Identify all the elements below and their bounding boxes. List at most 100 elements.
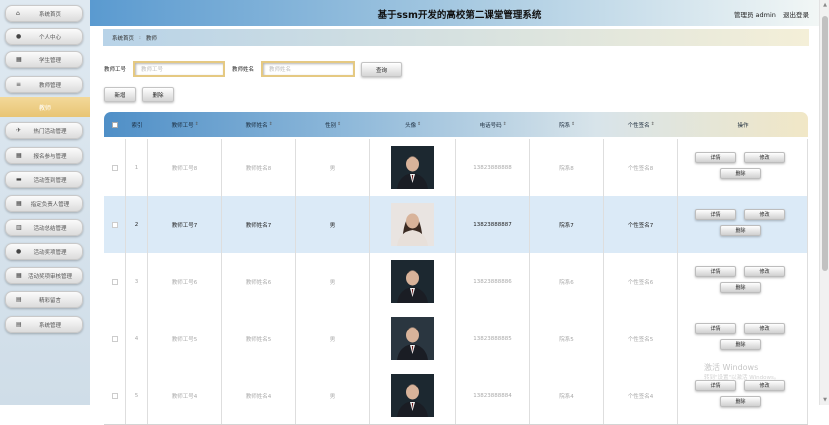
cell-avatar — [370, 253, 456, 310]
row-checkbox[interactable] — [104, 310, 126, 367]
sidebar: ⌂ 系统首页 ● 个人中心 ▦ 学生管理 ≡ 教师管理 教师 ✈ 热门活动管理 ▦ 报名参与… — [0, 0, 90, 405]
teacher-name-input[interactable]: 教师姓名 — [261, 61, 355, 77]
cell-teacher-name: 教师姓名4 — [222, 367, 296, 424]
avatar-photo[interactable] — [391, 260, 434, 303]
sidebar-item-teacher-active[interactable]: 教师 — [0, 97, 90, 117]
col-operations: 操作 — [737, 122, 749, 129]
edit-button[interactable]: 修改 — [744, 152, 785, 163]
sidebar-item-students[interactable]: ▦ 学生管理 — [5, 51, 83, 68]
col-gender[interactable]: 性别 ⇕ — [296, 112, 370, 137]
cell-department: 院系7 — [530, 196, 604, 253]
edit-button[interactable]: 修改 — [744, 323, 785, 334]
scrollbar-thumb[interactable] — [822, 16, 828, 271]
sidebar-item-teachers[interactable]: ≡ 教师管理 — [5, 76, 83, 93]
windows-activation-watermark: 激活 Windows — [704, 363, 759, 372]
detail-button[interactable]: 详情 — [695, 266, 736, 277]
cell-signature: 个性签名4 — [604, 367, 678, 424]
cell-teacher-no: 教师工号7 — [148, 196, 222, 253]
cell-signature: 个性签名8 — [604, 139, 678, 196]
cell-index: 3 — [126, 253, 148, 310]
detail-button[interactable]: 详情 — [695, 323, 736, 334]
cell-gender: 男 — [296, 367, 370, 424]
detail-button[interactable]: 详情 — [695, 152, 736, 163]
sidebar-item-home[interactable]: ⌂ 系统首页 — [5, 5, 83, 22]
grid-icon: ▦ — [16, 200, 22, 207]
cell-teacher-name: 教师姓名8 — [222, 139, 296, 196]
logout-link[interactable]: 退出登录 — [783, 11, 809, 19]
cell-teacher-name: 教师姓名7 — [222, 196, 296, 253]
row-delete-button[interactable]: 删除 — [720, 168, 761, 179]
row-checkbox[interactable] — [104, 139, 126, 196]
cell-index: 5 — [126, 367, 148, 424]
row-checkbox[interactable] — [104, 253, 126, 310]
row-checkbox[interactable] — [104, 367, 126, 424]
cell-gender: 男 — [296, 196, 370, 253]
row-delete-button[interactable]: 删除 — [720, 282, 761, 293]
row-delete-button[interactable]: 删除 — [720, 396, 761, 407]
sidebar-item-system[interactable]: ▤ 系统管理 — [5, 316, 83, 333]
sidebar-item-assign-leader[interactable]: ▦ 指定负责人管理 — [5, 195, 83, 212]
cell-teacher-no: 教师工号4 — [148, 367, 222, 424]
breadcrumb-home[interactable]: 系统首页 — [112, 34, 134, 42]
delete-button[interactable]: 删除 — [142, 87, 174, 102]
cell-teacher-name: 教师姓名6 — [222, 253, 296, 310]
scroll-down-icon[interactable]: ▼ — [820, 395, 829, 405]
sidebar-item-hot-activities[interactable]: ✈ 热门活动管理 — [5, 122, 83, 139]
teacher-name-label: 教师姓名 — [232, 67, 255, 73]
table-row: 4 教师工号5 教师姓名5 男 13823888885 院系5 个性签名5 详情 修改 删除 — [104, 310, 808, 368]
edit-button[interactable]: 修改 — [744, 380, 785, 391]
sidebar-item-award-review[interactable]: ▦ 活动奖项审核管理 — [5, 267, 83, 284]
vertical-scrollbar[interactable]: ▲ ▼ — [819, 0, 829, 405]
teacher-no-input[interactable]: 教师工号 — [133, 61, 225, 77]
cell-operations: 详情 修改删除 — [678, 253, 808, 310]
sidebar-item-awards[interactable]: ● 活动奖项管理 — [5, 243, 83, 260]
cell-phone: 13823888888 — [456, 139, 530, 196]
col-index[interactable]: 索引 — [126, 112, 148, 137]
edit-button[interactable]: 修改 — [744, 266, 785, 277]
select-all-checkbox[interactable] — [104, 112, 126, 137]
cell-teacher-no: 教师工号8 — [148, 139, 222, 196]
avatar-photo[interactable] — [391, 317, 434, 360]
home-icon: ⌂ — [16, 10, 20, 17]
col-department[interactable]: 院系 ⇕ — [530, 112, 604, 137]
person-icon: ● — [16, 33, 22, 40]
cell-phone: 13823888884 — [456, 367, 530, 424]
row-delete-button[interactable]: 删除 — [720, 339, 761, 350]
briefcase-icon: ▬ — [16, 176, 22, 183]
col-signature[interactable]: 个性签名 ⇕ — [604, 112, 678, 137]
cell-phone: 13823888885 — [456, 310, 530, 367]
cell-avatar — [370, 367, 456, 424]
breadcrumb-current: 教师 — [145, 35, 157, 42]
query-button[interactable]: 查询 — [361, 62, 402, 77]
col-teacher-no[interactable]: 教师工号 ⇕ — [148, 112, 222, 137]
breadcrumb: 系统首页 : 教师 — [103, 29, 809, 46]
sidebar-item-profile[interactable]: ● 个人中心 — [5, 28, 83, 45]
cell-avatar — [370, 196, 456, 253]
sort-icon: ⇕ — [571, 122, 575, 127]
detail-button[interactable]: 详情 — [695, 209, 736, 220]
scroll-up-icon[interactable]: ▲ — [820, 0, 829, 10]
sort-icon: ⇕ — [268, 122, 273, 127]
col-phone[interactable]: 电话号码 ⇕ — [456, 112, 530, 137]
avatar-photo[interactable] — [391, 203, 434, 246]
col-teacher-name[interactable]: 教师姓名 ⇕ — [222, 112, 296, 137]
sort-icon: ⇕ — [502, 122, 507, 127]
detail-button[interactable]: 详情 — [695, 380, 736, 391]
avatar-photo[interactable] — [391, 374, 434, 417]
cell-operations: 详情 修改删除 — [678, 310, 808, 367]
add-button[interactable]: 新增 — [104, 87, 136, 102]
sidebar-item-messages[interactable]: ▤ 精彩留言 — [5, 291, 83, 308]
sidebar-item-summary[interactable]: ▥ 活动总结管理 — [5, 219, 83, 236]
sidebar-item-checkin[interactable]: ▬ 活动签到管理 — [5, 171, 83, 188]
edit-button[interactable]: 修改 — [744, 209, 785, 220]
row-delete-button[interactable]: 删除 — [720, 225, 761, 236]
row-checkbox[interactable] — [104, 196, 126, 253]
table-header: 索引 教师工号 ⇕ 教师姓名 ⇕ 性别 ⇕ 头像 ⇕ 电话号码 ⇕ 院系 ⇕ 个性签名 ⇕ 操… — [104, 112, 808, 137]
col-avatar[interactable]: 头像 ⇕ — [370, 112, 456, 137]
doc-icon: ▤ — [16, 321, 22, 328]
cell-gender: 男 — [296, 310, 370, 367]
cell-operations: 详情 修改删除 — [678, 139, 808, 196]
sidebar-item-signup[interactable]: ▦ 报名参与管理 — [5, 147, 83, 164]
sort-icon: ⇕ — [417, 122, 421, 127]
avatar-photo[interactable] — [391, 146, 434, 189]
